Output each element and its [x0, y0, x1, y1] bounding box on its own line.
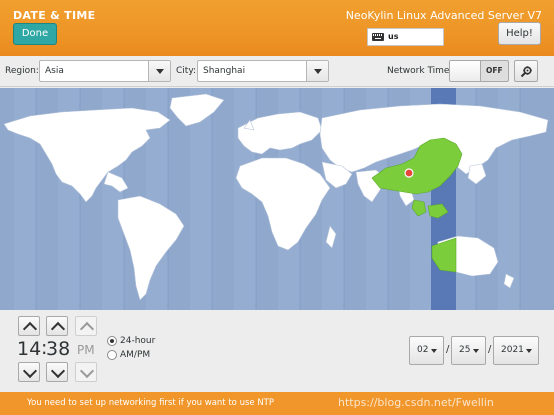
date-separator: /	[446, 344, 450, 355]
ampm-down-button[interactable]	[75, 362, 97, 382]
network-time-switch[interactable]: OFF	[449, 60, 509, 82]
keyboard-layout-label: us	[388, 32, 399, 41]
network-time-state: OFF	[486, 66, 503, 75]
city-combobox[interactable]: Shanghai	[197, 60, 329, 82]
city-marker-pin	[404, 168, 414, 178]
switch-knob	[450, 61, 481, 81]
ntp-warning-bar: You need to set up networking first if y…	[0, 392, 554, 415]
network-time-label: Network Time	[387, 66, 450, 76]
chevron-down-icon	[314, 69, 322, 74]
city-dropdown-button[interactable]	[306, 61, 328, 81]
minutes-up-button[interactable]	[46, 316, 68, 336]
hours-value: 14	[17, 338, 42, 360]
world-map	[3, 88, 549, 310]
date-separator: /	[488, 344, 492, 355]
region-combobox[interactable]: Asia	[39, 60, 171, 82]
month-dropdown[interactable]: 02	[409, 336, 444, 365]
page-title: DATE & TIME	[13, 9, 96, 22]
city-label: City:	[176, 66, 197, 76]
format-24h-radio[interactable]	[107, 336, 117, 346]
ntp-settings-button[interactable]	[514, 60, 538, 82]
day-dropdown[interactable]: 25	[451, 336, 486, 365]
year-value: 2021	[501, 345, 524, 355]
hours-up-button[interactable]	[18, 316, 40, 336]
header-bar: DATE & TIME Done NeoKylin Linux Advanced…	[0, 0, 554, 56]
format-ampm-label: AM/PM	[120, 350, 151, 360]
chevron-down-icon	[526, 349, 532, 353]
chevron-down-icon	[156, 69, 164, 74]
gear-icon	[520, 66, 532, 78]
format-24h-label: 24-hour	[120, 336, 156, 346]
minutes-value: 38	[46, 338, 71, 360]
day-value: 25	[459, 345, 471, 355]
keyboard-icon	[372, 33, 384, 41]
city-value: Shanghai	[203, 66, 246, 76]
chevron-down-icon	[473, 349, 479, 353]
ampm-up-button[interactable]	[75, 316, 97, 336]
hours-down-button[interactable]	[18, 362, 40, 382]
region-value: Asia	[45, 66, 64, 76]
help-button[interactable]: Help!	[498, 22, 541, 45]
region-label: Region:	[5, 66, 39, 76]
ampm-value: PM	[77, 343, 95, 357]
product-name: NeoKylin Linux Advanced Server V7	[345, 9, 542, 22]
warning-message: You need to set up networking first if y…	[27, 398, 275, 408]
keyboard-layout-indicator[interactable]: us	[367, 28, 444, 46]
done-button[interactable]: Done	[13, 23, 57, 45]
timezone-map[interactable]	[0, 88, 554, 310]
format-ampm-radio[interactable]	[107, 350, 117, 360]
timezone-toolbar: Region: Asia City: Shanghai Network Time…	[0, 56, 554, 87]
time-date-panel: 14 : 38 PM 24-hour AM/PM 02 / 25 / 2021	[0, 310, 554, 392]
minutes-down-button[interactable]	[46, 362, 68, 382]
chevron-down-icon	[431, 349, 437, 353]
year-dropdown[interactable]: 2021	[493, 336, 539, 365]
region-dropdown-button[interactable]	[148, 61, 170, 81]
month-value: 02	[417, 345, 429, 355]
watermark: https://blog.csdn.net/Fwellin	[338, 396, 494, 409]
